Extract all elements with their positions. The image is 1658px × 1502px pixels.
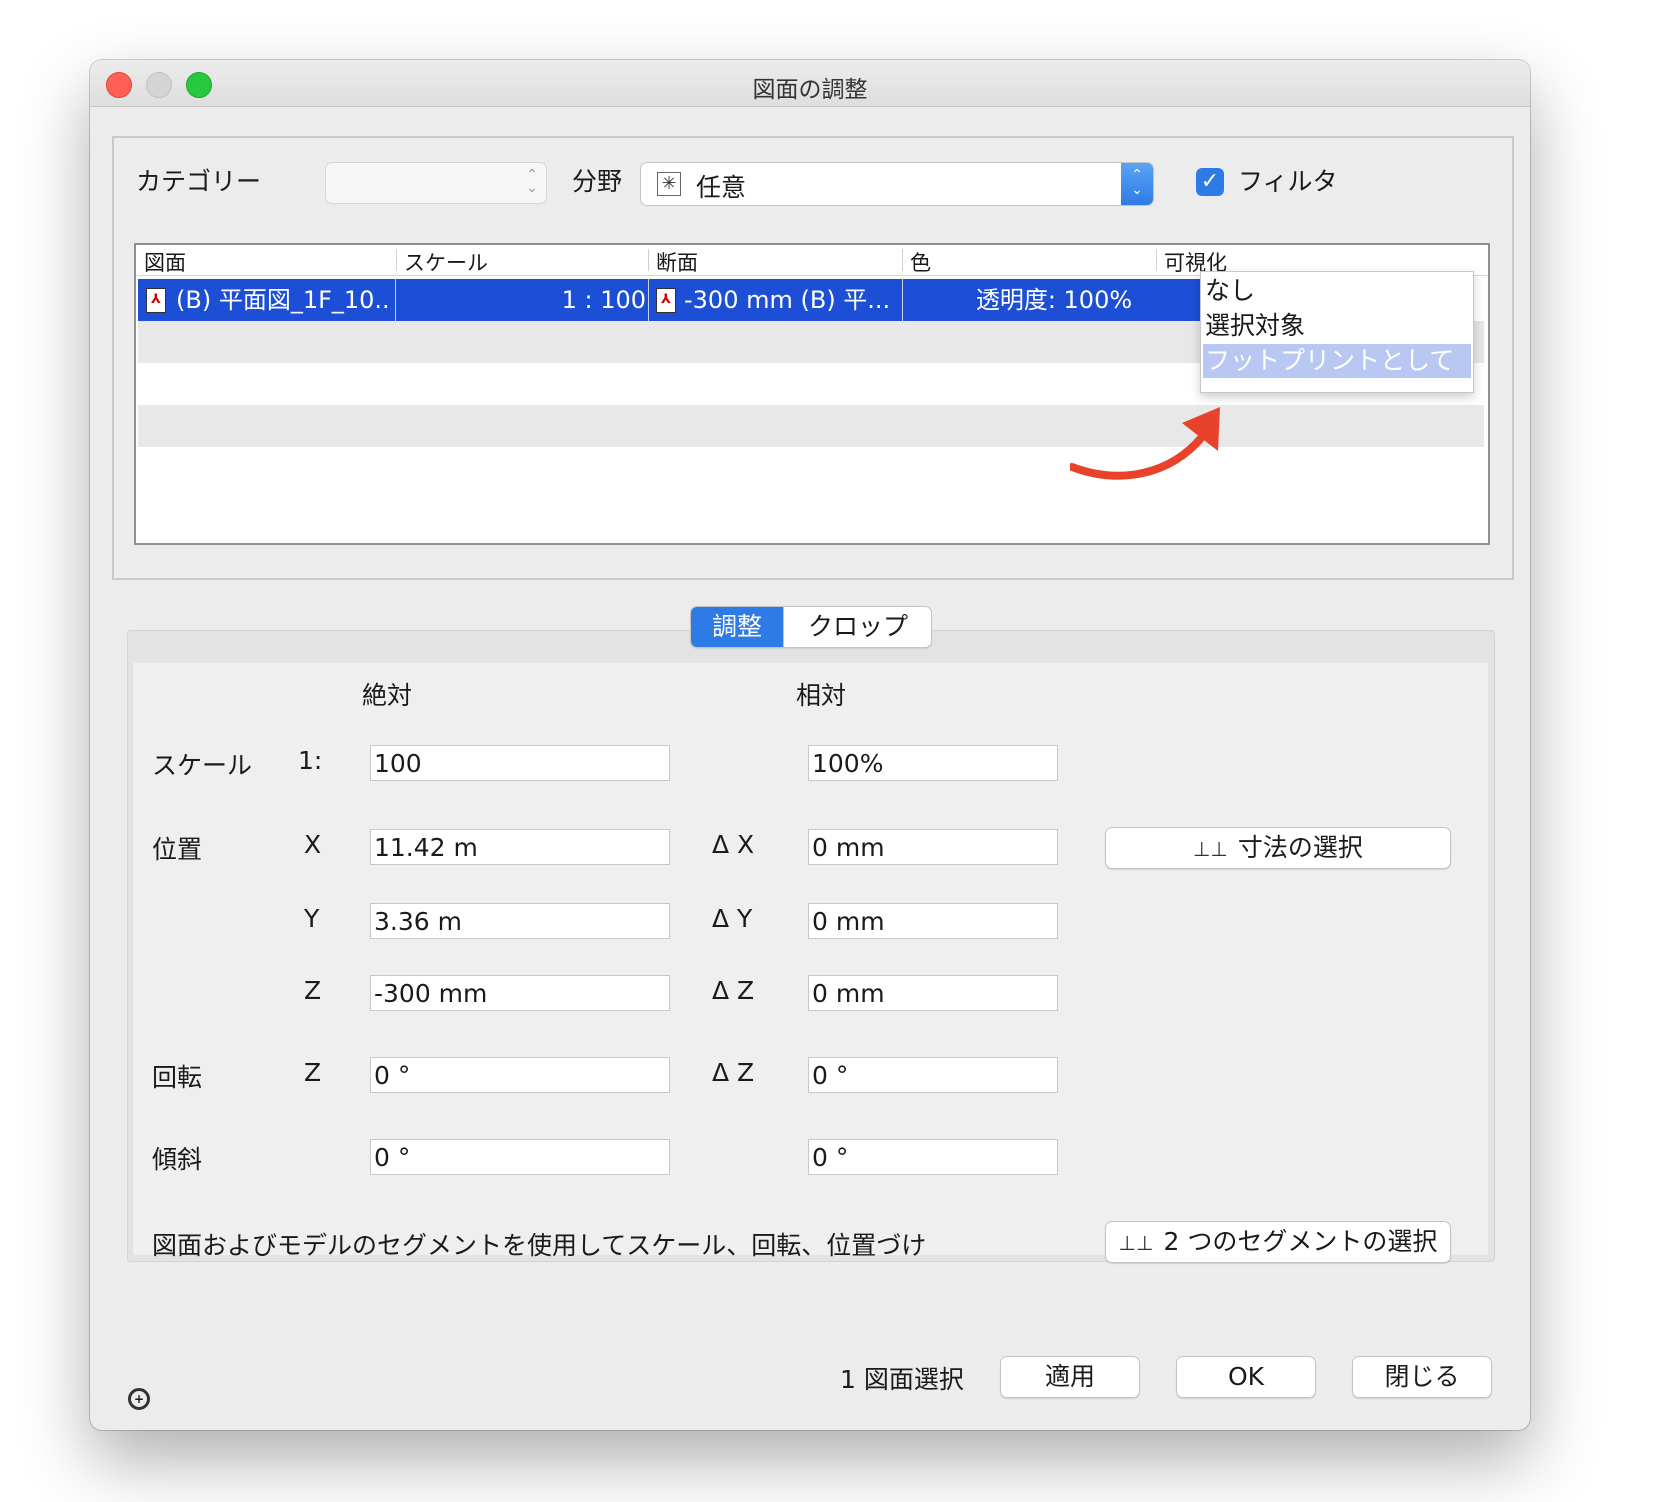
- column-header-scale[interactable]: スケール: [404, 247, 488, 277]
- cell-section: -300 mm (B) 平...: [684, 286, 891, 314]
- pdf-file-icon: ⅄: [146, 288, 166, 313]
- position-label: 位置: [152, 835, 203, 864]
- delta-z-label: Δ Z: [712, 976, 755, 1005]
- dropdown-option-selected-objects[interactable]: 選択対象: [1203, 309, 1471, 343]
- field-label: 分野: [572, 167, 623, 196]
- column-divider[interactable]: [902, 249, 903, 271]
- column-divider[interactable]: [396, 249, 397, 271]
- dimension-tool-icon: ⊥⊥: [1193, 837, 1228, 861]
- table-row[interactable]: ⅄ (B) 平面図_1F_10... 1 : 100 ⅄ -300 mm (B)…: [138, 279, 1204, 321]
- close-button[interactable]: 閉じる: [1352, 1356, 1492, 1398]
- category-select[interactable]: ⌃ ⌄: [325, 162, 547, 204]
- cell-divider: [395, 279, 396, 321]
- help-icon[interactable]: +: [128, 1388, 150, 1410]
- tab-crop[interactable]: クロップ: [783, 607, 931, 647]
- select-two-segments-button[interactable]: ⊥⊥ 2 つのセグメントの選択: [1105, 1221, 1451, 1263]
- rotation-z-axis-label: Z: [304, 1058, 322, 1087]
- position-x-absolute-input[interactable]: 11.42 m: [370, 829, 670, 865]
- annotation-arrow-icon: [1070, 407, 1220, 480]
- segments-hint-text: 図面およびモデルのセグメントを使用してスケール、回転、位置づけ: [152, 1231, 927, 1260]
- cell-scale: 1 : 100: [561, 286, 646, 314]
- tilt-absolute-input[interactable]: 0 °: [370, 1139, 670, 1175]
- tab-control: 調整 クロップ: [690, 606, 932, 648]
- dropdown-option-none[interactable]: なし: [1203, 274, 1471, 308]
- visualization-dropdown[interactable]: なし 選択対象 フットプリントとして: [1200, 271, 1474, 393]
- scale-absolute-input[interactable]: 100: [370, 745, 670, 781]
- title-bar[interactable]: 図面の調整: [90, 60, 1530, 107]
- position-z-absolute-input[interactable]: -300 mm: [370, 975, 670, 1011]
- cell-divider: [902, 279, 903, 321]
- rotation-delta-label: Δ Z: [712, 1058, 755, 1087]
- scale-label: スケール: [152, 751, 253, 780]
- scale-relative-input[interactable]: 100%: [808, 745, 1058, 781]
- position-y-relative-input[interactable]: 0 mm: [808, 903, 1058, 939]
- asterisk-icon: ✳: [657, 172, 681, 196]
- cell-drawing: (B) 平面図_1F_10...: [176, 286, 392, 314]
- selection-status: 1 図面選択: [840, 1365, 964, 1394]
- ok-button[interactable]: OK: [1176, 1356, 1316, 1398]
- pdf-file-icon: ⅄: [656, 288, 676, 313]
- column-divider[interactable]: [648, 249, 649, 271]
- tilt-label: 傾斜: [152, 1145, 203, 1174]
- window-title: 図面の調整: [752, 77, 868, 103]
- select-dimension-label: 寸法の選択: [1237, 833, 1363, 862]
- rotation-relative-input[interactable]: 0 °: [808, 1057, 1058, 1093]
- category-label: カテゴリー: [136, 167, 262, 196]
- chevron-updown-icon: ⌃ ⌄: [1121, 163, 1153, 205]
- select-two-segments-label: 2 つのセグメントの選択: [1163, 1227, 1438, 1256]
- chevron-updown-icon: ⌃ ⌄: [526, 167, 538, 196]
- select-dimension-button[interactable]: ⊥⊥ 寸法の選択: [1105, 827, 1451, 869]
- tab-adjust[interactable]: 調整: [691, 607, 783, 647]
- position-x-axis-label: X: [304, 830, 322, 859]
- position-x-relative-input[interactable]: 0 mm: [808, 829, 1058, 865]
- column-header-drawing[interactable]: 図面: [144, 247, 186, 277]
- relative-column-header: 相対: [796, 681, 847, 710]
- delta-y-label: Δ Y: [712, 904, 753, 933]
- dropdown-option-as-footprint[interactable]: フットプリントとして: [1203, 344, 1471, 378]
- apply-button[interactable]: 適用: [1000, 1356, 1140, 1398]
- absolute-column-header: 絶対: [362, 681, 413, 710]
- empty-row: [138, 405, 1484, 447]
- position-y-axis-label: Y: [304, 904, 320, 933]
- position-z-relative-input[interactable]: 0 mm: [808, 975, 1058, 1011]
- dimension-tool-icon: ⊥⊥: [1118, 1231, 1154, 1255]
- cell-color: 透明度: 100%: [975, 286, 1133, 314]
- cell-divider: [648, 279, 649, 321]
- position-y-absolute-input[interactable]: 3.36 m: [370, 903, 670, 939]
- field-select-value: 任意: [696, 173, 747, 202]
- position-z-axis-label: Z: [304, 976, 322, 1005]
- tilt-relative-input[interactable]: 0 °: [808, 1139, 1058, 1175]
- rotation-label: 回転: [152, 1063, 203, 1092]
- rotation-absolute-input[interactable]: 0 °: [370, 1057, 670, 1093]
- field-select[interactable]: ✳ 任意 ⌃ ⌄: [640, 162, 1154, 206]
- scale-prefix: 1:: [298, 746, 323, 775]
- column-divider[interactable]: [1156, 249, 1157, 271]
- delta-x-label: Δ X: [712, 830, 755, 859]
- filter-checkbox[interactable]: ✓: [1196, 168, 1224, 196]
- filter-checkbox-label[interactable]: フィルタ: [1238, 162, 1338, 198]
- column-header-section[interactable]: 断面: [656, 247, 698, 277]
- column-header-color[interactable]: 色: [910, 247, 931, 277]
